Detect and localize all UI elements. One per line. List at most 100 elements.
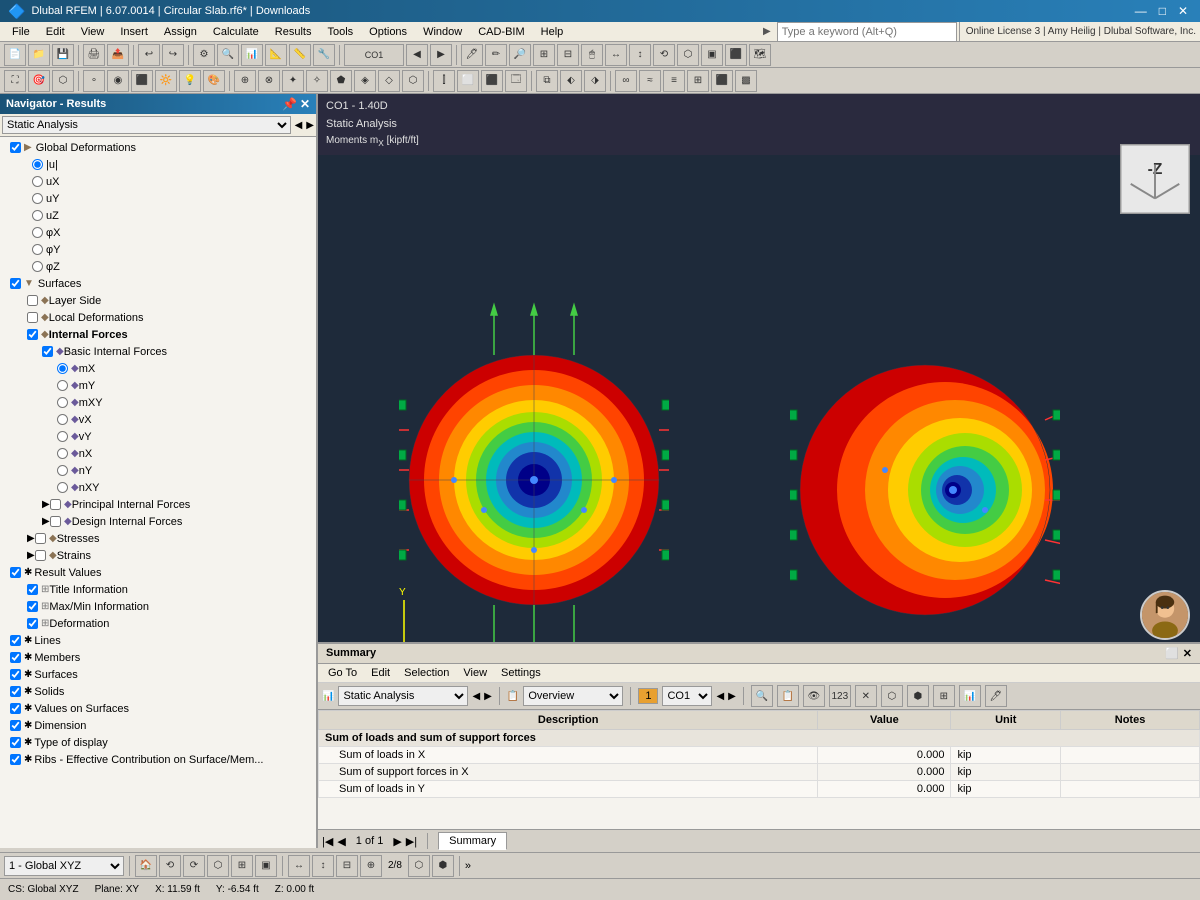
tree-mx[interactable]: ◆ mX: [0, 360, 316, 377]
tree-design-checkbox[interactable]: [50, 516, 61, 527]
title-bar-controls[interactable]: — □ ✕: [1131, 4, 1192, 18]
tree-basic-internal-forces-checkbox[interactable]: [42, 346, 53, 357]
page-next-button[interactable]: ▶: [393, 835, 401, 848]
tree-phiY[interactable]: φY: [0, 241, 316, 258]
menu-view[interactable]: View: [73, 24, 113, 40]
tb1-btn5[interactable]: 📏: [289, 44, 311, 66]
tb2-btn4[interactable]: ∘: [83, 70, 105, 92]
summary-tab[interactable]: Summary: [438, 832, 507, 850]
tree-values-on-surfaces-checkbox[interactable]: [10, 703, 21, 714]
print-button[interactable]: 🖨: [83, 44, 105, 66]
tree-my[interactable]: ◆ mY: [0, 377, 316, 394]
tree-ribs-checkbox[interactable]: [10, 754, 21, 765]
navigator-analysis-select[interactable]: Static Analysis: [2, 116, 291, 134]
tree-surfaces[interactable]: ▼ Surfaces: [0, 275, 316, 292]
tree-principal-checkbox[interactable]: [50, 499, 61, 510]
tb2-btn1[interactable]: ⛶: [4, 70, 26, 92]
tb2-btn29[interactable]: ⬛: [711, 70, 733, 92]
tree-ny-radio[interactable]: [57, 465, 68, 476]
tb1-loadcase[interactable]: CO1: [344, 44, 404, 66]
tb1-btn3[interactable]: 📊: [241, 44, 263, 66]
tree-deformation-checkbox[interactable]: [27, 618, 38, 629]
tree-values-on-surfaces[interactable]: ✱ Values on Surfaces: [0, 700, 316, 717]
tb2-btn21[interactable]: 🗔: [505, 70, 527, 92]
tree-maxmin-information[interactable]: ⊞ Max/Min Information: [0, 598, 316, 615]
tree-result-values-checkbox[interactable]: [10, 567, 21, 578]
summary-next-button[interactable]: ▶: [484, 691, 492, 702]
export-button[interactable]: 📤: [107, 44, 129, 66]
bottom-tb-btn11[interactable]: ⬡: [408, 855, 430, 877]
tb1-btn12[interactable]: 🖱: [581, 44, 603, 66]
tb2-btn30[interactable]: ▩: [735, 70, 757, 92]
summary-tb-btn4[interactable]: 123: [829, 685, 851, 707]
tree-vy[interactable]: ◆ vY: [0, 428, 316, 445]
tree-members[interactable]: ✱ Members: [0, 649, 316, 666]
tree-nx-radio[interactable]: [57, 448, 68, 459]
tb2-btn22[interactable]: ⧉: [536, 70, 558, 92]
tb1-btn16[interactable]: ⬡: [677, 44, 699, 66]
summary-header-controls[interactable]: ⬜ ✕: [1165, 647, 1192, 660]
summary-menu-edit[interactable]: Edit: [365, 666, 396, 680]
tree-principal-internal-forces[interactable]: ▶ ◆ Principal Internal Forces: [0, 496, 316, 513]
tb1-nav-prev[interactable]: ◀: [406, 44, 428, 66]
summary-tb-btn5[interactable]: ✕: [855, 685, 877, 707]
page-prev-button[interactable]: ◀: [337, 835, 345, 848]
bottom-tb-btn7[interactable]: ↔: [288, 855, 310, 877]
tree-deformation[interactable]: ⊞ Deformation: [0, 615, 316, 632]
redo-button[interactable]: ↪: [162, 44, 184, 66]
bottom-view-select[interactable]: 1 - Global XYZ: [4, 856, 124, 876]
tb1-btn7[interactable]: 🖊: [461, 44, 483, 66]
tb1-btn19[interactable]: 🗺: [749, 44, 771, 66]
summary-tb-btn8[interactable]: ⊞: [933, 685, 955, 707]
menu-cadbim[interactable]: CAD-BIM: [470, 24, 532, 40]
tree-uy-radio[interactable]: [32, 193, 43, 204]
tb2-btn19[interactable]: ⬜: [457, 70, 479, 92]
tb2-btn12[interactable]: ✦: [282, 70, 304, 92]
menu-results[interactable]: Results: [267, 24, 320, 40]
summary-analysis-select[interactable]: Static Analysis: [338, 686, 468, 706]
tb2-btn14[interactable]: ⬟: [330, 70, 352, 92]
bottom-tb-btn8[interactable]: ↕: [312, 855, 334, 877]
tb1-btn11[interactable]: ⊟: [557, 44, 579, 66]
tb1-btn9[interactable]: 🔎: [509, 44, 531, 66]
close-button[interactable]: ✕: [1174, 4, 1192, 18]
tree-surfaces-node[interactable]: ✱ Surfaces: [0, 666, 316, 683]
tree-lines-checkbox[interactable]: [10, 635, 21, 646]
page-prev-prev-button[interactable]: |◀: [322, 835, 333, 848]
summary-lc-next-button[interactable]: ▶: [728, 691, 736, 702]
bottom-more[interactable]: »: [465, 860, 471, 872]
tb2-btn15[interactable]: ◈: [354, 70, 376, 92]
summary-menu-settings[interactable]: Settings: [495, 666, 547, 680]
bottom-tb-btn5[interactable]: ⊞: [231, 855, 253, 877]
tb1-btn14[interactable]: ↕: [629, 44, 651, 66]
save-button[interactable]: 💾: [52, 44, 74, 66]
tree-global-deformations-checkbox[interactable]: [10, 142, 21, 153]
tree-vy-radio[interactable]: [57, 431, 68, 442]
tree-layer-side[interactable]: ◆ Layer Side: [0, 292, 316, 309]
tree-local-deformations[interactable]: ◆ Local Deformations: [0, 309, 316, 326]
tree-stresses-checkbox[interactable]: [35, 533, 46, 544]
bottom-tb-btn2[interactable]: ⟲: [159, 855, 181, 877]
tree-title-info-checkbox[interactable]: [27, 584, 38, 595]
tb2-btn28[interactable]: ⊞: [687, 70, 709, 92]
tree-uy[interactable]: uY: [0, 190, 316, 207]
tree-members-checkbox[interactable]: [10, 652, 21, 663]
tb1-btn10[interactable]: ⊞: [533, 44, 555, 66]
tb2-btn23[interactable]: ⬖: [560, 70, 582, 92]
menu-tools[interactable]: Tools: [319, 24, 361, 40]
tree-ux-radio[interactable]: [32, 176, 43, 187]
tree-mxy[interactable]: ◆ mXY: [0, 394, 316, 411]
summary-restore-button[interactable]: ⬜: [1165, 647, 1179, 660]
tb1-btn15[interactable]: ⟲: [653, 44, 675, 66]
summary-tb-btn9[interactable]: 📊: [959, 685, 981, 707]
tb1-btn4[interactable]: 📐: [265, 44, 287, 66]
tb2-btn11[interactable]: ⊗: [258, 70, 280, 92]
tree-strains-checkbox[interactable]: [35, 550, 46, 561]
tree-strains[interactable]: ▶ ◆ Strains: [0, 547, 316, 564]
menu-calculate[interactable]: Calculate: [205, 24, 267, 40]
tree-solids[interactable]: ✱ Solids: [0, 683, 316, 700]
tb1-btn6[interactable]: 🔧: [313, 44, 335, 66]
tb2-btn6[interactable]: ⬛: [131, 70, 153, 92]
tree-dimension-checkbox[interactable]: [10, 720, 21, 731]
open-button[interactable]: 📁: [28, 44, 50, 66]
